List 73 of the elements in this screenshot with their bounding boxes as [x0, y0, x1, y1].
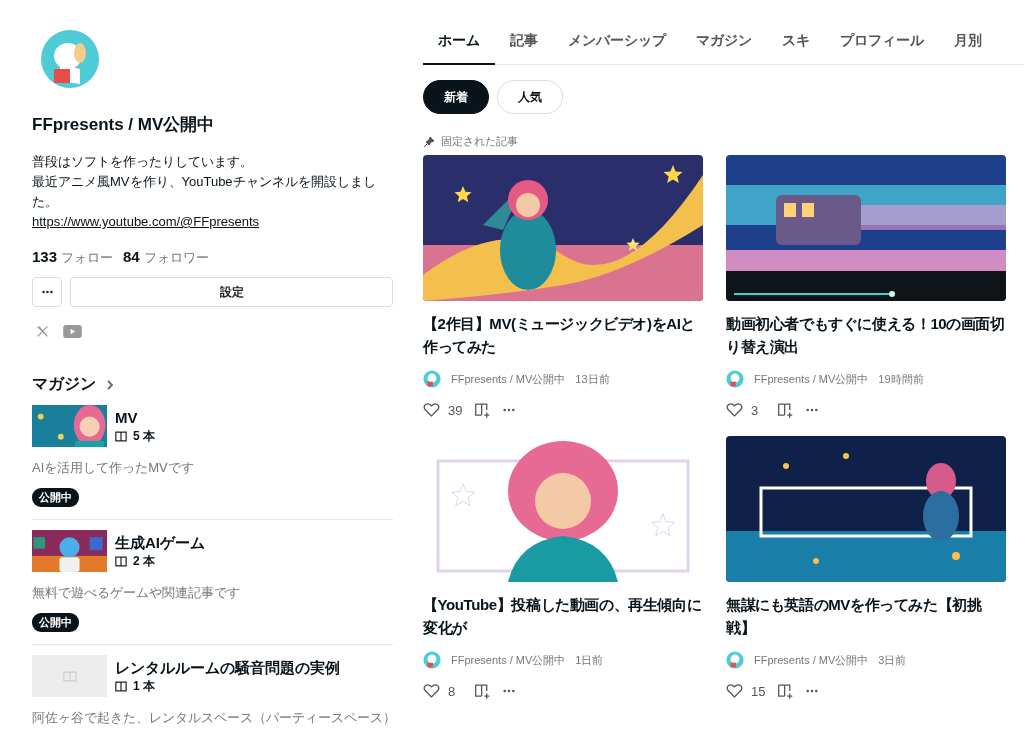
settings-button[interactable]: 設定 [70, 277, 393, 307]
avatar-icon [726, 651, 744, 669]
filter-chip[interactable]: 新着 [423, 80, 489, 114]
like-count: 8 [448, 683, 457, 699]
add-to-magazine-icon[interactable] [777, 683, 795, 699]
heart-icon[interactable] [726, 402, 743, 418]
avatar-icon [423, 370, 441, 388]
article-title[interactable]: 無謀にも英語のMVを作ってみた【初挑戦】 [726, 593, 1006, 639]
author-name[interactable]: FFpresents / MV公開中 [754, 652, 869, 668]
author-name[interactable]: FFpresents / MV公開中 [754, 371, 869, 387]
author-name[interactable]: FFpresents / MV公開中 [451, 371, 566, 387]
tab[interactable]: 月別 [939, 24, 997, 65]
article-title[interactable]: 動画初心者でもすぐに使える！10の画面切り替え演出 [726, 312, 1006, 358]
avatar-icon [423, 651, 441, 669]
avatar-icon [40, 29, 100, 89]
article-title[interactable]: 【2作目】MV(ミュージックビデオ)をAIと作ってみた [423, 312, 703, 358]
magazine-title[interactable]: レンタルルームの騒音問題の実例 [115, 658, 340, 678]
article-count: 5 本 [133, 428, 155, 445]
youtube-icon[interactable] [63, 325, 82, 338]
magazine-title[interactable]: MV [115, 408, 155, 428]
add-to-magazine-icon[interactable] [474, 683, 491, 699]
post-time: 3日前 [878, 652, 907, 668]
heart-icon[interactable] [726, 683, 743, 699]
tab[interactable]: ホーム [423, 24, 495, 65]
heart-icon[interactable] [423, 402, 440, 418]
magazine-title[interactable]: 生成AIゲーム [115, 533, 205, 553]
book-icon [62, 670, 77, 682]
book-icon [115, 431, 127, 442]
filter-chip[interactable]: 人気 [497, 80, 563, 114]
article-count: 2 本 [133, 553, 155, 570]
post-time: 19時間前 [878, 371, 924, 387]
more-icon[interactable] [503, 408, 516, 412]
chevron-icon[interactable] [106, 378, 114, 391]
tab[interactable]: プロフィール [825, 24, 939, 65]
avatar-icon [726, 370, 744, 388]
author-name[interactable]: FFpresents / MV公開中 [451, 652, 566, 668]
more-icon[interactable] [503, 689, 515, 693]
magazine-description: 無料で遊べるゲームや関連記事です [32, 584, 241, 602]
status-badge: 公開中 [32, 488, 79, 507]
article-count: 1 本 [133, 678, 155, 695]
x-icon[interactable] [36, 325, 49, 338]
magazine-description: 阿佐ヶ谷で起きた、レンタルスペース（パーティースペース） [32, 709, 393, 727]
stat-label: フォロー [60, 250, 113, 265]
more-icon [41, 290, 53, 294]
magazine-description: AIを活用して作ったMVです [32, 459, 195, 477]
bio-text: 最近アニメ風MVを作り、YouTubeチャンネルを開設しました。 [32, 173, 377, 211]
more-icon[interactable] [806, 408, 818, 412]
article-title[interactable]: 【YouTube】投稿した動画の、再生傾向に変化が [423, 593, 703, 639]
add-to-magazine-icon[interactable] [474, 402, 492, 418]
pinned-label: 固定された記事 [441, 134, 518, 149]
stat-count: 84 [122, 248, 140, 265]
stat-count: 133 [32, 248, 58, 265]
like-count: 3 [751, 402, 760, 418]
book-icon [115, 556, 127, 567]
magazine-heading[interactable]: マガジン [32, 374, 96, 395]
status-badge: 公開中 [32, 613, 79, 632]
tab[interactable]: 記事 [495, 24, 553, 65]
tab[interactable]: スキ [767, 24, 825, 65]
like-count: 39 [448, 402, 463, 418]
add-to-magazine-icon[interactable] [777, 402, 794, 418]
bio-text: 普段はソフトを作ったりしています。 [32, 153, 254, 171]
profile-link[interactable]: https://www.youtube.com/@FFpresents [32, 214, 260, 229]
tab[interactable]: メンバーシップ [553, 24, 681, 65]
pin-icon [423, 135, 435, 148]
book-icon [115, 681, 127, 692]
post-time: 13日前 [575, 371, 610, 387]
heart-icon[interactable] [423, 683, 440, 699]
tab[interactable]: マガジン [681, 24, 767, 65]
profile-name: FFpresents / MV公開中 [32, 114, 216, 136]
like-count: 15 [751, 683, 766, 699]
stat-label: フォロワー [143, 250, 209, 265]
post-time: 1日前 [575, 652, 604, 668]
more-icon[interactable] [806, 689, 819, 693]
